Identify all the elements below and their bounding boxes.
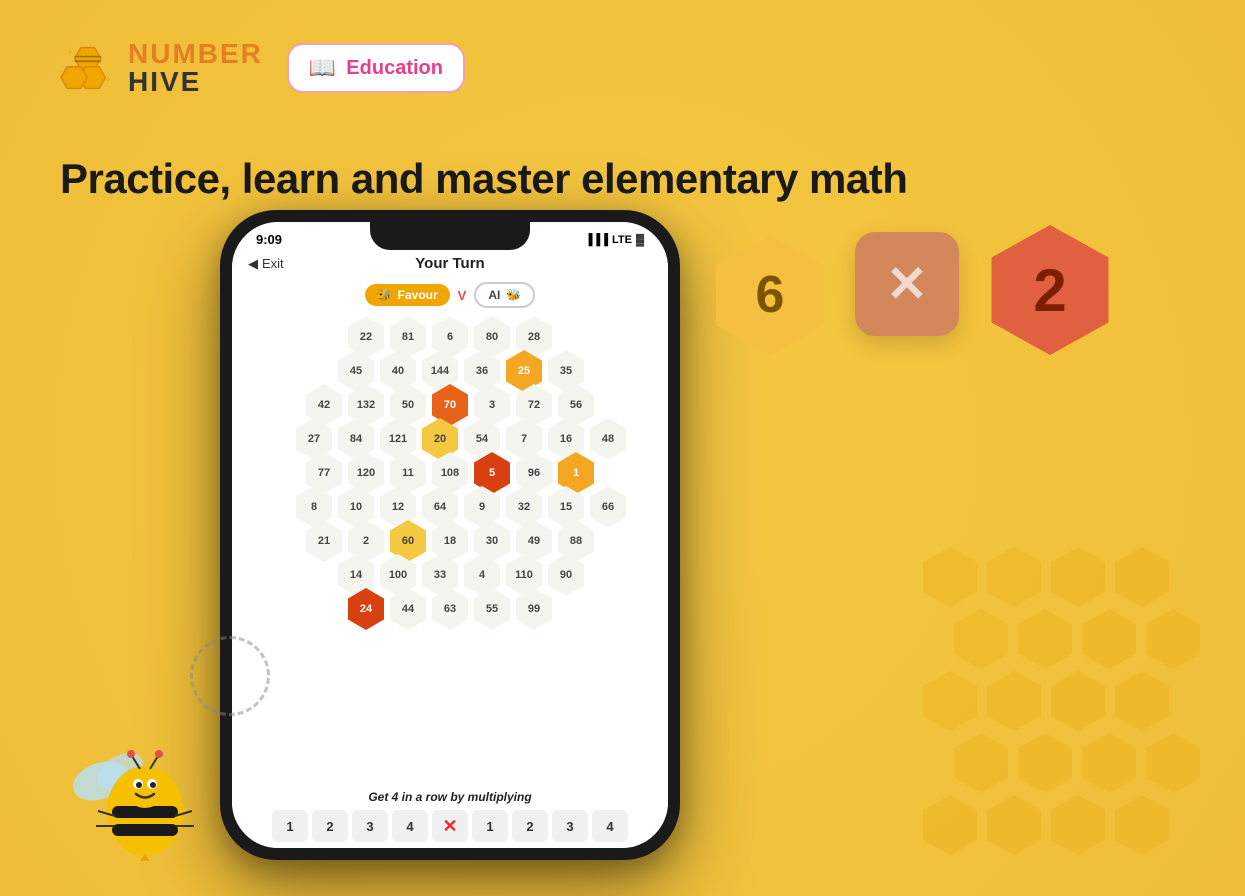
hex-cell[interactable]: 55 — [472, 588, 512, 630]
main-headline: Practice, learn and master elementary ma… — [60, 155, 907, 203]
hex-cell[interactable]: 99 — [514, 588, 554, 630]
number-btn-4[interactable]: 4 — [392, 810, 428, 842]
vs-text: V — [458, 288, 467, 303]
status-time: 9:09 — [256, 232, 282, 247]
hex-row-9: 24 44 63 55 99 — [240, 588, 660, 630]
phone-outer: 9:09 ▐▐▐ LTE ▓ ◀ Exit Your Turn 🐝 — [220, 210, 680, 860]
game-header: ◀ Exit Your Turn — [232, 251, 668, 276]
logo-icon — [60, 43, 120, 93]
hex-cell-24[interactable]: 24 — [346, 588, 386, 630]
bee-character — [60, 706, 210, 856]
number-btn-2[interactable]: 2 — [312, 810, 348, 842]
float-hex-6: 6 — [710, 235, 830, 355]
hex-cell[interactable]: 63 — [430, 588, 470, 630]
education-badge[interactable]: 📖 Education — [287, 43, 465, 93]
network-icon: LTE — [612, 234, 632, 246]
hex-grid: 22 81 6 80 28 45 40 144 36 25 35 42 — [232, 314, 668, 784]
back-arrow-icon: ◀ — [248, 256, 258, 272]
player-favour: 🐝 Favour — [365, 284, 450, 306]
float-hex-2: 2 — [985, 225, 1115, 355]
phone-screen: 9:09 ▐▐▐ LTE ▓ ◀ Exit Your Turn 🐝 — [232, 222, 668, 848]
players-row: 🐝 Favour V AI 🐝 — [232, 276, 668, 314]
instruction-text: Get 4 in a row by multiplying — [248, 790, 652, 804]
logo-text: NUMBER HIVE — [128, 40, 263, 96]
clear-button[interactable]: ✕ — [432, 810, 468, 842]
float-hex-2-value: 2 — [1033, 256, 1066, 325]
number-btn-2b[interactable]: 2 — [512, 810, 548, 842]
number-btn-3[interactable]: 3 — [352, 810, 388, 842]
battery-icon: ▓ — [636, 234, 644, 246]
player2-bee-icon: 🐝 — [506, 288, 521, 302]
player1-name: Favour — [398, 288, 438, 302]
logo-top: NUMBER — [128, 40, 263, 68]
player2-name: AI — [488, 288, 500, 302]
phone-mockup: 9:09 ▐▐▐ LTE ▓ ◀ Exit Your Turn 🐝 — [220, 210, 700, 870]
float-hex-6-value: 6 — [756, 265, 785, 325]
number-btn-1[interactable]: 1 — [272, 810, 308, 842]
game-bottom: Get 4 in a row by multiplying 1 2 3 4 ✕ … — [232, 784, 668, 848]
dashed-decoration — [190, 636, 270, 716]
number-btn-3b[interactable]: 3 — [552, 810, 588, 842]
player1-bee-icon: 🐝 — [377, 288, 392, 302]
exit-label: Exit — [262, 256, 284, 271]
hex-cell[interactable]: 44 — [388, 588, 428, 630]
game-title: Your Turn — [415, 255, 484, 272]
education-label: Education — [346, 57, 443, 80]
number-btn-4b[interactable]: 4 — [592, 810, 628, 842]
exit-button[interactable]: ◀ Exit — [248, 256, 284, 272]
status-icons: ▐▐▐ LTE ▓ — [585, 234, 644, 246]
phone-notch — [370, 222, 530, 250]
logo: NUMBER HIVE — [60, 40, 263, 96]
number-btn-1b[interactable]: 1 — [472, 810, 508, 842]
logo-bottom: HIVE — [128, 68, 263, 96]
float-hex-multiply — [855, 232, 959, 336]
signal-icon: ▐▐▐ — [585, 234, 608, 246]
number-row: 1 2 3 4 ✕ 1 2 3 4 — [248, 810, 652, 842]
honeycomb-background — [918, 546, 1205, 856]
player-ai: AI 🐝 — [474, 282, 535, 308]
education-icon: 📖 — [309, 55, 336, 81]
header: NUMBER HIVE 📖 Education — [60, 40, 465, 96]
